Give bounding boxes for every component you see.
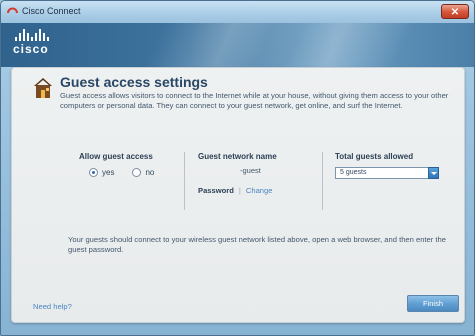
guest-network-label: Guest network name: [198, 152, 277, 161]
radio-yes[interactable]: [89, 168, 98, 177]
need-help-link[interactable]: Need help?: [33, 302, 72, 311]
chevron-down-icon[interactable]: [428, 167, 439, 179]
allow-guest-radio-group: yes no: [89, 168, 172, 177]
column-divider: [184, 152, 185, 210]
guest-network-name-value: -guest: [240, 166, 261, 175]
title-bar[interactable]: Cisco Connect ✕: [1, 1, 474, 24]
cisco-logo-text: cisco: [13, 42, 49, 56]
radio-no[interactable]: [132, 168, 142, 177]
window-title: Cisco Connect: [22, 6, 81, 16]
cisco-logo-bars: [15, 29, 49, 41]
cisco-app-icon: [7, 7, 18, 14]
brand-header: cisco: [1, 23, 474, 67]
cisco-logo: cisco: [13, 29, 49, 56]
allow-guest-column: Allow guest access: [79, 152, 153, 161]
total-guests-select[interactable]: 5 guests: [335, 167, 439, 179]
settings-panel: Guest access settings Guest access allow…: [11, 67, 465, 323]
close-button[interactable]: ✕: [441, 4, 469, 19]
radio-no-label[interactable]: no: [145, 168, 154, 177]
total-guests-selected-value: 5 guests: [340, 169, 367, 176]
total-guests-label: Total guests allowed: [335, 152, 414, 161]
page-title: Guest access settings: [60, 74, 208, 90]
app-window: Cisco Connect ✕ cisco Guest access setti…: [0, 0, 475, 336]
finish-button[interactable]: Finish: [407, 295, 459, 312]
total-guests-column: Total guests allowed: [335, 152, 413, 161]
guest-network-column: Guest network name: [198, 152, 277, 161]
password-separator: |: [238, 186, 241, 195]
house-icon: [34, 78, 52, 98]
footer-note: Your guests should connect to your wirel…: [68, 235, 446, 254]
radio-yes-label[interactable]: yes: [102, 168, 114, 177]
allow-guest-label: Allow guest access: [79, 152, 153, 161]
password-label: Password: [198, 186, 234, 195]
password-row: Password | Change: [198, 186, 272, 195]
column-divider: [322, 152, 323, 210]
change-password-link[interactable]: Change: [246, 186, 273, 195]
intro-text: Guest access allows visitors to connect …: [60, 91, 449, 110]
